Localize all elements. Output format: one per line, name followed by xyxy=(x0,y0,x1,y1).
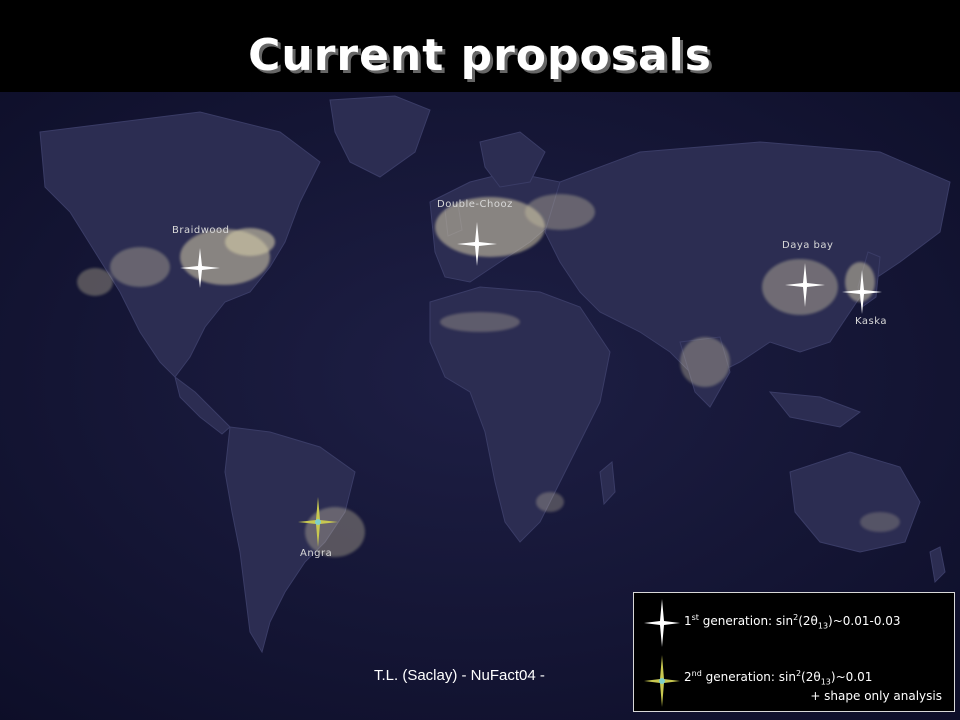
four-point-star-icon xyxy=(457,222,497,266)
four-point-star-icon xyxy=(842,270,882,314)
legend-second-generation: 2nd generation: sin2(2θ13)~0.01 xyxy=(684,669,873,687)
legend-first-generation: 1st generation: sin2(2θ13)~0.01-0.03 xyxy=(684,613,901,631)
slide-title: Current proposals xyxy=(248,30,712,81)
site-label-double-chooz: Double-Chooz xyxy=(437,199,513,210)
four-point-star-icon xyxy=(298,497,338,547)
legend-second-generation-note: + shape only analysis xyxy=(810,689,942,703)
slide-footer: T.L. (Saclay) - NuFact04 - xyxy=(374,667,545,684)
four-point-star-icon xyxy=(785,263,825,307)
site-label-kaska: Kaska xyxy=(855,316,887,327)
legend-box: 1st generation: sin2(2θ13)~0.01-0.03 2nd… xyxy=(633,592,955,712)
site-label-braidwood: Braidwood xyxy=(172,225,230,236)
four-point-star-icon xyxy=(644,655,680,707)
four-point-star-icon xyxy=(180,248,220,288)
site-label-daya-bay: Daya bay xyxy=(782,240,834,251)
four-point-star-icon xyxy=(644,599,680,647)
site-label-angra: Angra xyxy=(300,548,333,559)
